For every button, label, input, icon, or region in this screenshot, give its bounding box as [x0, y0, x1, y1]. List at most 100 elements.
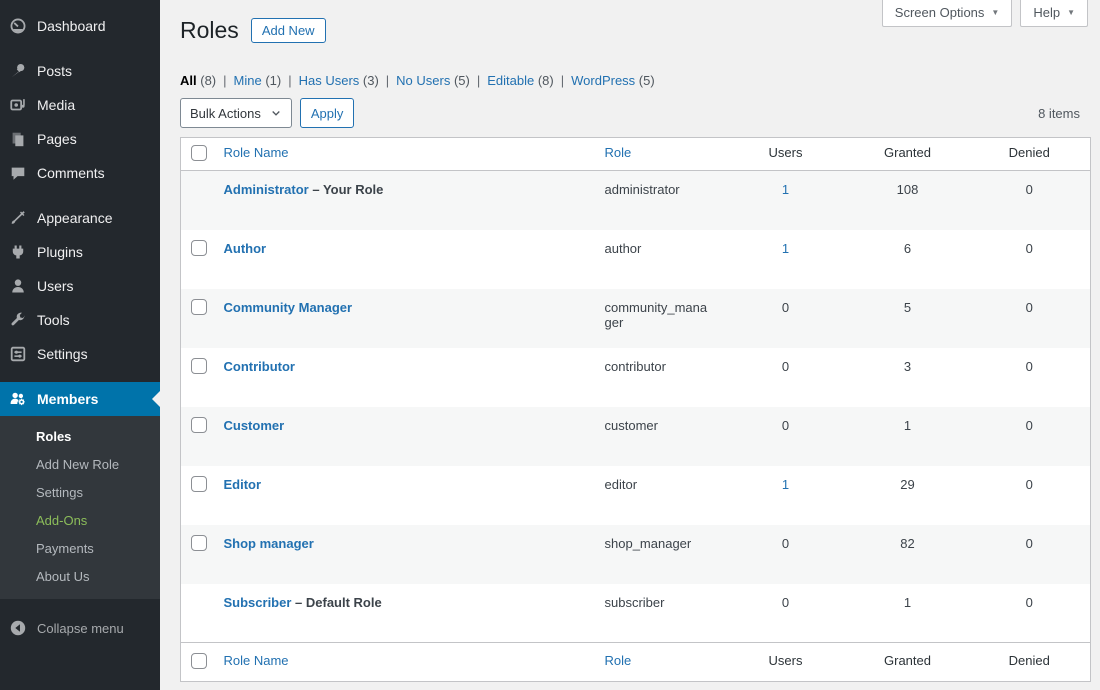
column-header-denied: Denied: [969, 643, 1091, 682]
role-name-link[interactable]: Contributor: [224, 359, 295, 374]
denied-count-cell: 0: [969, 171, 1091, 230]
row-checkbox-cell: [181, 407, 214, 466]
users-count-link[interactable]: 1: [782, 477, 789, 492]
screen-options-button[interactable]: Screen Options ▼: [882, 0, 1013, 27]
role-name-link[interactable]: Subscriber: [224, 595, 292, 610]
column-header-denied: Denied: [969, 138, 1091, 171]
submenu-item-add-ons[interactable]: Add-Ons: [0, 507, 160, 535]
filter-link-editable[interactable]: Editable: [487, 73, 534, 88]
filter-link-mine[interactable]: Mine: [234, 73, 262, 88]
role-view-filters: All (8)|Mine (1)|Has Users (3)|No Users …: [180, 73, 1080, 88]
sort-link-role-name[interactable]: Role Name: [224, 653, 289, 668]
role-name-link[interactable]: Shop manager: [224, 536, 314, 551]
role-name: Customer: [224, 418, 285, 433]
sort-link-role-name[interactable]: Role Name: [224, 145, 289, 160]
role-name-cell: Author: [214, 230, 595, 289]
filter-separator: |: [477, 73, 480, 88]
submenu-item-payments[interactable]: Payments: [0, 535, 160, 563]
role-slug-cell: administrator: [595, 171, 725, 230]
bulk-actions-select[interactable]: Bulk Actions: [180, 98, 292, 128]
filter-item-has-users: Has Users (3)|: [299, 73, 397, 88]
users-count-cell: 0: [725, 289, 847, 348]
table-row-community-manager: Community Managercommunity_manager050: [181, 289, 1091, 348]
denied-count-cell: 0: [969, 525, 1091, 584]
collapse-arrow-icon: [8, 618, 28, 638]
sort-link-role[interactable]: Role: [605, 653, 632, 668]
menu-separator: [0, 43, 160, 54]
filter-separator: |: [223, 73, 226, 88]
sidebar-item-label: Users: [37, 278, 74, 294]
sidebar-item-posts[interactable]: Posts: [0, 54, 160, 88]
users-icon: [8, 276, 28, 296]
filter-link-all[interactable]: All: [180, 73, 197, 88]
submenu-item-about-us[interactable]: About Us: [0, 563, 160, 591]
collapse-menu-button[interactable]: Collapse menu: [0, 611, 160, 645]
row-checkbox-cell: [181, 171, 214, 230]
sidebar-item-users[interactable]: Users: [0, 269, 160, 303]
submenu-item-add-new-role[interactable]: Add New Role: [0, 451, 160, 479]
table-row-customer: Customercustomer010: [181, 407, 1091, 466]
sidebar-item-tools[interactable]: Tools: [0, 303, 160, 337]
filter-item-editable: Editable (8)|: [487, 73, 571, 88]
granted-count-cell: 3: [847, 348, 969, 407]
granted-count-cell: 6: [847, 230, 969, 289]
sidebar-item-pages[interactable]: Pages: [0, 122, 160, 156]
role-slug-cell: subscriber: [595, 584, 725, 643]
role-name-link[interactable]: Customer: [224, 418, 285, 433]
sort-link-role[interactable]: Role: [605, 145, 632, 160]
users-count-link[interactable]: 1: [782, 182, 789, 197]
help-label: Help: [1033, 5, 1060, 20]
table-toolbar: Bulk Actions Apply 8 items: [180, 98, 1080, 128]
users-count-cell: 0: [725, 407, 847, 466]
table-footer-row: Role NameRoleUsersGrantedDenied: [181, 643, 1091, 682]
role-name-link[interactable]: Editor: [224, 477, 262, 492]
row-checkbox[interactable]: [191, 417, 207, 433]
sidebar-item-media[interactable]: Media: [0, 88, 160, 122]
row-checkbox[interactable]: [191, 535, 207, 551]
sidebar-item-dashboard[interactable]: Dashboard: [0, 9, 160, 43]
sidebar-item-settings[interactable]: Settings: [0, 337, 160, 371]
row-checkbox[interactable]: [191, 476, 207, 492]
select-all-checkbox[interactable]: [191, 145, 207, 161]
comments-icon: [8, 163, 28, 183]
select-all-checkbox[interactable]: [191, 653, 207, 669]
column-header-role: Role: [595, 138, 725, 171]
role-suffix: – Your Role: [309, 182, 384, 197]
granted-count-cell: 29: [847, 466, 969, 525]
media-icon: [8, 95, 28, 115]
admin-content: Screen Options ▼ Help ▼ Roles Add New Al…: [160, 0, 1100, 690]
sidebar-item-label: Comments: [37, 165, 105, 181]
apply-button[interactable]: Apply: [300, 98, 355, 128]
role-name-link[interactable]: Author: [224, 241, 267, 256]
pushpin-icon: [8, 61, 28, 81]
row-checkbox-cell: [181, 525, 214, 584]
help-button[interactable]: Help ▼: [1020, 0, 1088, 27]
sidebar-item-plugins[interactable]: Plugins: [0, 235, 160, 269]
role-name-link[interactable]: Administrator: [224, 182, 309, 197]
table-row-shop-manager: Shop managershop_manager0820: [181, 525, 1091, 584]
users-count-link[interactable]: 1: [782, 241, 789, 256]
role-name-link[interactable]: Community Manager: [224, 300, 353, 315]
submenu-item-roles[interactable]: Roles: [0, 423, 160, 451]
filter-item-all: All (8)|: [180, 73, 234, 88]
filter-count: (3): [359, 73, 379, 88]
submenu-item-settings[interactable]: Settings: [0, 479, 160, 507]
role-slug-cell: shop_manager: [595, 525, 725, 584]
filter-link-has-users[interactable]: Has Users: [299, 73, 360, 88]
add-new-button[interactable]: Add New: [251, 18, 326, 43]
role-name-cell: Subscriber – Default Role: [214, 584, 595, 643]
row-checkbox[interactable]: [191, 299, 207, 315]
sidebar-item-appearance[interactable]: Appearance: [0, 201, 160, 235]
column-header-role-name: Role Name: [214, 138, 595, 171]
row-checkbox[interactable]: [191, 358, 207, 374]
dashboard-icon: [8, 16, 28, 36]
filter-link-no-users[interactable]: No Users: [396, 73, 450, 88]
row-checkbox[interactable]: [191, 240, 207, 256]
appearance-icon: [8, 208, 28, 228]
denied-count-cell: 0: [969, 407, 1091, 466]
tools-icon: [8, 310, 28, 330]
sidebar-item-members[interactable]: Members: [0, 382, 160, 416]
filter-count: (1): [262, 73, 282, 88]
sidebar-item-comments[interactable]: Comments: [0, 156, 160, 190]
filter-link-wordpress[interactable]: WordPress: [571, 73, 635, 88]
